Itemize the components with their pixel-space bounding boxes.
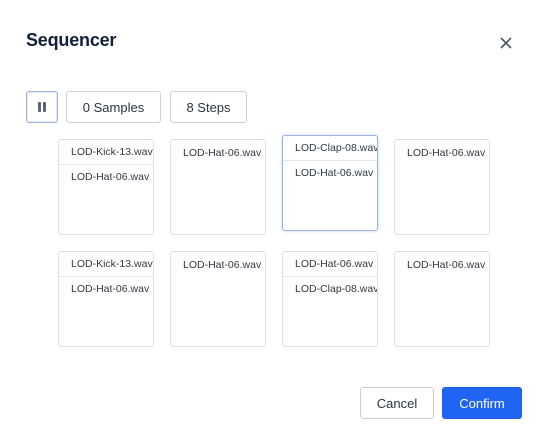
samples-button[interactable]: 0 Samples xyxy=(66,91,161,123)
pause-button[interactable] xyxy=(26,91,58,123)
step-cell[interactable]: LOD-Kick-13.wav LOD-Hat-06.wav xyxy=(58,139,154,235)
sample-label: LOD-Hat-06.wav xyxy=(283,252,377,277)
cancel-button[interactable]: Cancel xyxy=(360,387,434,419)
confirm-button[interactable]: Confirm xyxy=(442,387,522,419)
sample-label: LOD-Hat-06.wav xyxy=(295,167,374,179)
sample-label: LOD-Hat-06.wav xyxy=(183,147,262,159)
close-icon[interactable] xyxy=(497,34,515,52)
step-cell[interactable]: LOD-Hat-06.wav LOD-Clap-08.wav xyxy=(282,251,378,347)
sample-label: LOD-Hat-06.wav xyxy=(183,259,262,271)
dialog-title: Sequencer xyxy=(26,30,117,50)
sample-label: LOD-Clap-08.wav xyxy=(283,136,377,161)
sample-label: LOD-Kick-13.wav xyxy=(59,252,153,277)
step-cell[interactable]: LOD-Kick-13.wav LOD-Hat-06.wav xyxy=(58,251,154,347)
step-cell[interactable]: LOD-Hat-06.wav xyxy=(170,251,266,347)
sample-label: LOD-Clap-08.wav xyxy=(295,283,377,295)
sample-label: LOD-Hat-06.wav xyxy=(407,259,486,271)
step-cell[interactable]: LOD-Hat-06.wav xyxy=(394,139,490,235)
sample-label: LOD-Hat-06.wav xyxy=(71,171,150,183)
pause-icon xyxy=(38,102,46,112)
step-cell[interactable]: LOD-Hat-06.wav xyxy=(394,251,490,347)
sequencer-dialog: Sequencer 0 Samples 8 Steps LOD-Kick-13.… xyxy=(0,0,550,447)
step-cell[interactable]: LOD-Clap-08.wav LOD-Hat-06.wav xyxy=(282,135,378,231)
step-cell[interactable]: LOD-Hat-06.wav xyxy=(170,139,266,235)
sample-label: LOD-Hat-06.wav xyxy=(71,283,150,295)
sample-label: LOD-Hat-06.wav xyxy=(407,147,486,159)
sample-label: LOD-Kick-13.wav xyxy=(59,140,153,165)
steps-button[interactable]: 8 Steps xyxy=(170,91,247,123)
